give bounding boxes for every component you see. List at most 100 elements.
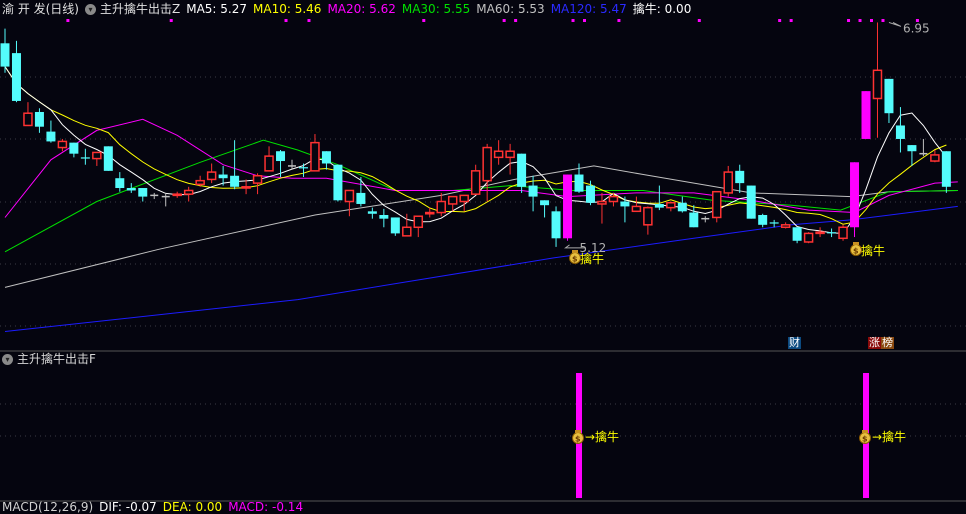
candle-body bbox=[298, 167, 308, 169]
candle bbox=[23, 102, 33, 127]
candle bbox=[183, 186, 194, 202]
chevron-down-icon[interactable]: ▾ bbox=[2, 353, 13, 365]
signal-dot bbox=[422, 19, 426, 22]
macd-title[interactable]: MACD(12,26,9) bbox=[2, 500, 93, 514]
candle bbox=[379, 208, 389, 228]
candle bbox=[861, 91, 871, 139]
money-bag-symbol: $ bbox=[853, 247, 859, 256]
candle bbox=[310, 134, 320, 172]
candle bbox=[92, 151, 102, 166]
sub-panel-title[interactable]: 主升擒牛出击F bbox=[17, 352, 96, 366]
qiniu-value: 擒牛: 0.00 bbox=[632, 2, 692, 16]
candle bbox=[103, 146, 113, 171]
signal-dot bbox=[502, 19, 506, 22]
candle bbox=[792, 227, 802, 244]
indicator-name[interactable]: 主升擒牛出击Z bbox=[100, 1, 180, 17]
candle bbox=[712, 190, 722, 223]
candle-body bbox=[861, 91, 871, 139]
candle-body bbox=[367, 211, 377, 214]
candle-body bbox=[735, 170, 745, 184]
ma20-value: MA20: 5.62 bbox=[327, 2, 396, 16]
candle-body bbox=[264, 155, 274, 172]
candle-body bbox=[563, 174, 573, 239]
candle-body bbox=[92, 151, 102, 160]
candle-body bbox=[138, 188, 148, 197]
candle-body bbox=[677, 202, 687, 212]
candle bbox=[758, 213, 768, 228]
sub-panel-header: ▾ 主升擒牛出击F bbox=[2, 352, 96, 366]
candle bbox=[367, 207, 377, 219]
candle-body bbox=[712, 190, 722, 219]
candle bbox=[333, 164, 343, 202]
candle bbox=[689, 205, 699, 228]
candle bbox=[505, 143, 515, 175]
signal-dot bbox=[697, 19, 701, 22]
macd-dea: DEA: 0.00 bbox=[162, 500, 223, 514]
sub-signal-label: →擒牛 bbox=[872, 429, 906, 444]
candle-body bbox=[746, 185, 756, 219]
candle-body bbox=[115, 178, 125, 189]
candle-body bbox=[827, 232, 837, 234]
candle-body bbox=[493, 150, 504, 159]
candle bbox=[80, 148, 90, 165]
finance-tag[interactable]: 财 bbox=[788, 337, 801, 349]
macd-dif: DIF: -0.07 bbox=[99, 500, 157, 514]
candle bbox=[321, 151, 331, 170]
candle-body bbox=[390, 217, 400, 234]
candle bbox=[46, 120, 56, 143]
candle bbox=[436, 192, 446, 217]
candle-body bbox=[126, 188, 136, 191]
candle-body bbox=[23, 112, 33, 127]
signal-dot bbox=[778, 19, 782, 22]
candle-body bbox=[517, 153, 527, 187]
candle bbox=[34, 108, 44, 133]
candle-body bbox=[643, 206, 653, 226]
candle-body bbox=[321, 151, 331, 164]
candle-body bbox=[195, 179, 205, 186]
signal-label: 擒牛 bbox=[580, 251, 604, 266]
candle bbox=[563, 174, 573, 241]
candle-body bbox=[470, 170, 481, 195]
money-bag-neck bbox=[575, 430, 581, 433]
money-bag-icon: $ bbox=[850, 242, 862, 256]
candle bbox=[150, 192, 159, 200]
candle-body bbox=[379, 215, 389, 219]
candle bbox=[0, 28, 10, 73]
candle-body bbox=[34, 111, 44, 127]
candle bbox=[493, 140, 504, 165]
chevron-down-icon[interactable]: ▾ bbox=[85, 3, 96, 15]
candle bbox=[815, 227, 825, 238]
candle bbox=[69, 142, 79, 158]
candle-body bbox=[80, 157, 90, 159]
candle-body bbox=[930, 154, 940, 162]
limit-up-tag-1[interactable]: 涨 bbox=[868, 337, 881, 349]
chart-canvas: 5.126.95$ 擒牛$ 擒牛$ →擒牛 $ →擒牛 bbox=[0, 19, 966, 502]
limit-up-tag-2[interactable]: 榜 bbox=[881, 337, 894, 349]
candle-body bbox=[276, 151, 286, 162]
ma60-value: MA60: 5.53 bbox=[476, 2, 545, 16]
ma20-line bbox=[4, 118, 958, 218]
candle-body bbox=[631, 205, 642, 213]
candle-body bbox=[252, 175, 263, 184]
candle bbox=[701, 216, 710, 223]
candle bbox=[459, 194, 469, 212]
candle bbox=[631, 196, 642, 213]
money-bag-symbol: $ bbox=[575, 435, 581, 444]
candle-body bbox=[413, 215, 424, 229]
candle bbox=[390, 217, 400, 236]
candle-body bbox=[11, 53, 21, 101]
candle bbox=[138, 188, 148, 202]
candle bbox=[780, 222, 791, 229]
candle bbox=[803, 232, 814, 244]
signal-dot bbox=[66, 19, 70, 22]
signal-dot bbox=[514, 19, 518, 22]
main-header: 渝 开 发(日线) ▾ 主升擒牛出击Z MA5: 5.27 MA10: 5.46… bbox=[2, 1, 697, 17]
candle-body bbox=[803, 232, 814, 243]
signal-dot bbox=[858, 19, 862, 22]
candle-body bbox=[792, 227, 802, 241]
candle bbox=[884, 78, 894, 124]
signal-dot bbox=[847, 19, 851, 22]
candle-body bbox=[183, 189, 194, 195]
candle-body bbox=[551, 211, 561, 239]
candle-body bbox=[884, 78, 894, 114]
